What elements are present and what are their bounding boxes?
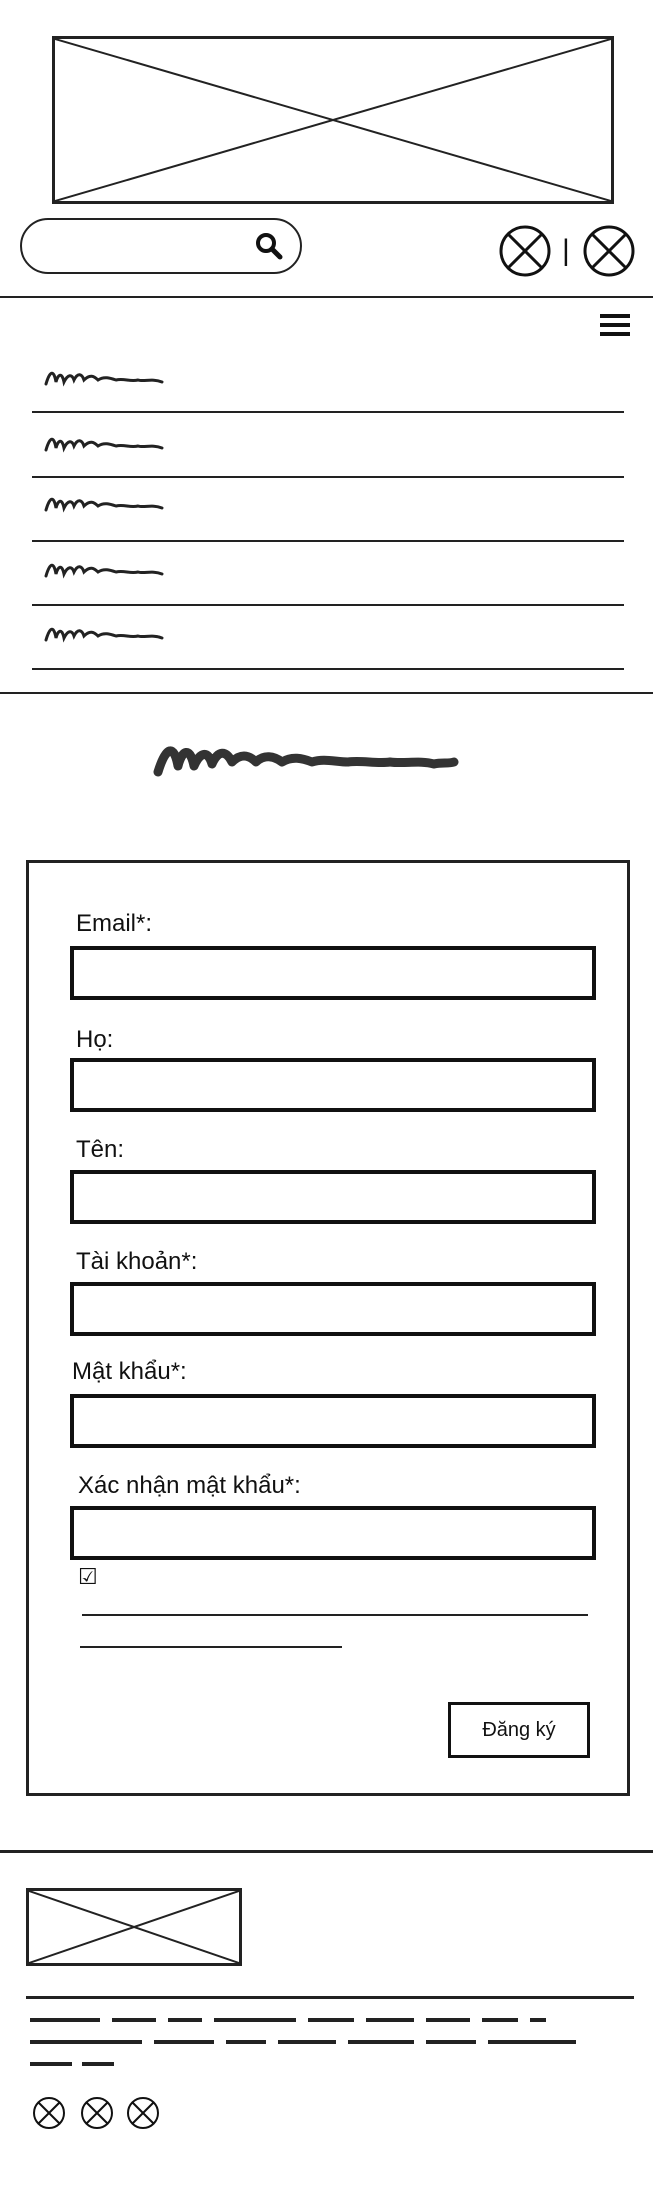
username-field[interactable] [70, 1282, 596, 1336]
footer-social-icon-1-x-circle-icon[interactable] [32, 2096, 66, 2130]
footer-divider [0, 1850, 653, 1853]
header-logo-placeholder [52, 36, 614, 204]
nav-item-2[interactable] [44, 430, 168, 458]
nav-item-1[interactable] [44, 364, 168, 392]
nav-section-divider [0, 692, 653, 694]
register-button[interactable]: Đăng ký [448, 1702, 590, 1758]
terms-checkbox[interactable]: ☑ [78, 1566, 98, 1590]
terms-text-line-1 [82, 1614, 588, 1616]
header-action-1-x-circle-icon[interactable] [498, 224, 552, 278]
search-icon[interactable] [254, 231, 284, 261]
nav-item-4[interactable] [44, 556, 168, 584]
register-button-label: Đăng ký [482, 1718, 556, 1741]
search-box[interactable] [20, 218, 302, 274]
username-label: Tài khoản*: [76, 1248, 198, 1275]
password-field[interactable] [70, 1394, 596, 1448]
email-label: Email*: [76, 910, 153, 937]
nav-divider [32, 668, 624, 670]
header-separator: | [562, 234, 570, 267]
password-label: Mật khẩu*: [72, 1358, 187, 1385]
nav-divider [32, 411, 624, 413]
last-name-label: Họ: [76, 1026, 114, 1053]
footer-logo-placeholder [26, 1888, 242, 1966]
nav-divider [32, 604, 624, 606]
first-name-field[interactable] [70, 1170, 596, 1224]
nav-item-5[interactable] [44, 620, 168, 648]
header-divider [0, 296, 653, 298]
header-action-2-x-circle-icon[interactable] [582, 224, 636, 278]
last-name-field[interactable] [70, 1058, 596, 1112]
hamburger-icon[interactable] [600, 312, 630, 338]
footer-social-icon-3-x-circle-icon[interactable] [126, 2096, 160, 2130]
email-field[interactable] [70, 946, 596, 1000]
footer-inner-divider [26, 1996, 634, 1999]
page-title [152, 732, 460, 784]
search-input[interactable] [40, 230, 244, 264]
nav-item-3[interactable] [44, 490, 168, 518]
first-name-label: Tên: [76, 1136, 125, 1163]
nav-divider [32, 540, 624, 542]
footer-text-placeholder [30, 2014, 590, 2074]
confirm-password-field[interactable] [70, 1506, 596, 1560]
nav-divider [32, 476, 624, 478]
footer-social-icon-2-x-circle-icon[interactable] [80, 2096, 114, 2130]
terms-text-line-2 [80, 1646, 342, 1648]
confirm-password-label: Xác nhận mật khẩu*: [78, 1472, 301, 1499]
